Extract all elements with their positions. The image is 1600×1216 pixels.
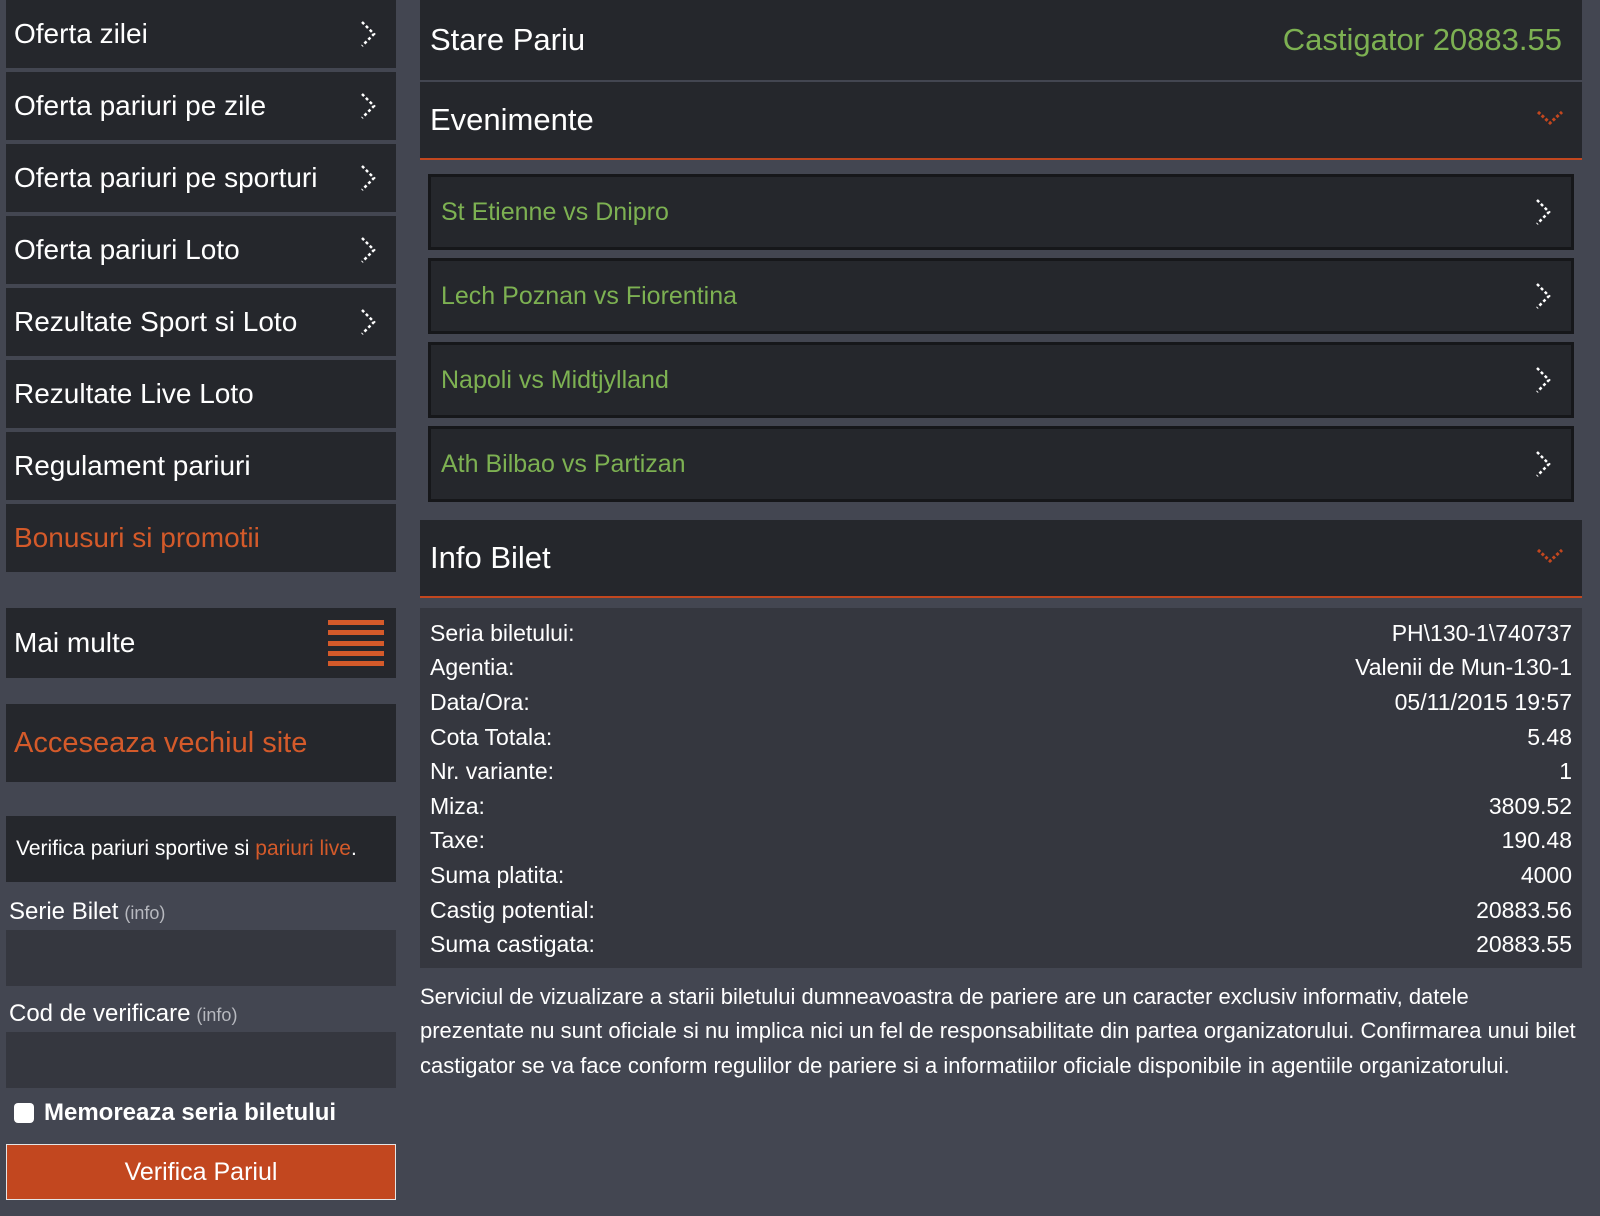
info-value: 05/11/2015 19:57 xyxy=(1394,688,1572,715)
verify-intro-end: . xyxy=(350,837,357,860)
chevron-right-icon xyxy=(358,19,378,49)
chevron-right-icon xyxy=(358,91,378,121)
info-value: 20883.55 xyxy=(1476,931,1572,958)
info-row: Cota Totala: 5.48 xyxy=(430,720,1572,755)
event-label: St Etienne vs Dnipro xyxy=(441,197,669,226)
info-row: Castig potential: 20883.56 xyxy=(430,893,1572,928)
verify-bet-button[interactable]: Verifica Pariul xyxy=(6,1144,396,1200)
sidebar-nav: Oferta zilei Oferta pariuri pe zile Oferta… xyxy=(6,0,396,574)
info-key: Agentia: xyxy=(430,654,515,681)
verification-code-info-link[interactable]: (info) xyxy=(196,1005,237,1026)
chevron-right-icon xyxy=(1533,449,1553,479)
verification-code-label: Cod de verificare (info) xyxy=(6,1000,396,1028)
info-row: Miza: 3809.52 xyxy=(430,789,1572,824)
sidebar-item-label: Rezultate Live Loto xyxy=(14,378,254,409)
remember-series-label: Memoreaza seria biletului xyxy=(44,1099,337,1126)
old-site-link[interactable]: Acceseaza vechiul site xyxy=(6,704,396,782)
serie-bilet-info-link[interactable]: (info) xyxy=(124,903,165,924)
info-value: 190.48 xyxy=(1501,827,1572,854)
main-panel: Stare Pariu Castigator 20883.55 Evenimen… xyxy=(420,0,1582,1083)
chevron-down-icon xyxy=(1536,109,1564,132)
sidebar-item-7[interactable]: Bonusuri si promotii xyxy=(6,504,396,574)
info-key: Cota Totala: xyxy=(430,723,553,750)
sidebar-item-label: Oferta pariuri pe sporturi xyxy=(14,162,318,193)
verify-intro: Verifica pariuri sportive si pariuri liv… xyxy=(6,816,396,882)
bet-status-title: Stare Pariu xyxy=(430,22,586,57)
event-label: Ath Bilbao vs Partizan xyxy=(441,449,686,478)
sidebar-item-3[interactable]: Oferta pariuri Loto xyxy=(6,216,396,286)
chevron-right-icon xyxy=(1533,365,1553,395)
events-list: St Etienne vs Dnipro Lech Poznan vs Fiore… xyxy=(420,160,1582,516)
info-row: Suma castigata: 20883.55 xyxy=(430,927,1572,962)
info-key: Suma platita: xyxy=(430,861,565,888)
events-section-title: Evenimente xyxy=(430,102,594,137)
info-key: Seria biletului: xyxy=(430,619,575,646)
info-key: Castig potential: xyxy=(430,896,595,923)
info-key: Nr. variante: xyxy=(430,758,554,785)
info-value: Valenii de Mun-130-1 xyxy=(1355,654,1572,681)
chevron-right-icon xyxy=(358,235,378,265)
chevron-right-icon xyxy=(358,163,378,193)
sidebar-item-5[interactable]: Rezultate Live Loto xyxy=(6,360,396,430)
remember-series-checkbox[interactable] xyxy=(14,1103,34,1123)
chevron-down-icon xyxy=(1536,547,1564,570)
ticket-info-header[interactable]: Info Bilet xyxy=(420,520,1582,598)
info-row: Taxe: 190.48 xyxy=(430,824,1572,859)
info-row: Nr. variante: 1 xyxy=(430,754,1572,789)
info-value: 5.48 xyxy=(1527,723,1572,750)
serie-bilet-input[interactable] xyxy=(6,930,396,986)
info-value: 20883.56 xyxy=(1476,896,1572,923)
event-item[interactable]: Napoli vs Midtjylland xyxy=(428,342,1574,418)
disclaimer-text: Serviciul de vizualizare a starii biletu… xyxy=(420,983,1576,1078)
info-value: 1 xyxy=(1559,758,1572,785)
info-value: 4000 xyxy=(1520,861,1572,888)
sidebar-item-label: Regulament pariuri xyxy=(14,450,251,481)
info-key: Taxe: xyxy=(430,827,485,854)
chevron-right-icon xyxy=(1533,197,1553,227)
sidebar: Oferta zilei Oferta pariuri pe zile Oferta… xyxy=(6,0,396,1200)
sidebar-item-0[interactable]: Oferta zilei xyxy=(6,0,396,70)
event-item[interactable]: Lech Poznan vs Fiorentina xyxy=(428,258,1574,334)
more-menu-button[interactable]: Mai multe xyxy=(6,608,396,678)
event-label: Napoli vs Midtjylland xyxy=(441,365,669,394)
verification-code-label-text: Cod de verificare xyxy=(9,1000,191,1027)
info-value: PH\130-1\740737 xyxy=(1391,619,1572,646)
sidebar-item-1[interactable]: Oferta pariuri pe zile xyxy=(6,72,396,142)
info-key: Miza: xyxy=(430,792,485,819)
event-item[interactable]: St Etienne vs Dnipro xyxy=(428,174,1574,250)
more-menu-label: Mai multe xyxy=(14,627,136,658)
remember-series-row[interactable]: Memoreaza seria biletului xyxy=(6,1098,396,1128)
sidebar-item-label: Oferta pariuri pe zile xyxy=(14,90,267,121)
verification-code-input[interactable] xyxy=(6,1032,396,1088)
sidebar-item-label: Oferta zilei xyxy=(14,18,148,49)
info-row: Data/Ora: 05/11/2015 19:57 xyxy=(430,685,1572,720)
serie-bilet-label: Serie Bilet (info) xyxy=(6,898,396,926)
sidebar-item-label: Bonusuri si promotii xyxy=(14,522,260,553)
chevron-right-icon xyxy=(358,307,378,337)
sidebar-item-label: Rezultate Sport si Loto xyxy=(14,306,298,337)
event-item[interactable]: Ath Bilbao vs Partizan xyxy=(428,426,1574,502)
sidebar-item-6[interactable]: Regulament pariuri xyxy=(6,432,396,502)
info-row: Agentia: Valenii de Mun-130-1 xyxy=(430,651,1572,686)
info-value: 3809.52 xyxy=(1488,792,1572,819)
event-label: Lech Poznan vs Fiorentina xyxy=(441,281,738,310)
info-key: Data/Ora: xyxy=(430,688,530,715)
info-key: Suma castigata: xyxy=(430,931,595,958)
bet-status-value: Castigator 20883.55 xyxy=(1282,22,1562,57)
sidebar-item-label: Oferta pariuri Loto xyxy=(14,234,240,265)
chevron-right-icon xyxy=(1533,281,1553,311)
events-section-header[interactable]: Evenimente xyxy=(420,82,1582,160)
live-bets-link[interactable]: pariuri live xyxy=(255,837,351,861)
bet-status-bar: Stare Pariu Castigator 20883.55 xyxy=(420,0,1582,80)
sidebar-item-4[interactable]: Rezultate Sport si Loto xyxy=(6,288,396,358)
sidebar-item-2[interactable]: Oferta pariuri pe sporturi xyxy=(6,144,396,214)
ticket-info-title: Info Bilet xyxy=(430,540,551,575)
serie-bilet-label-text: Serie Bilet xyxy=(9,898,119,925)
verify-intro-text: Verifica pariuri sportive si xyxy=(16,837,256,860)
hamburger-menu-icon xyxy=(328,620,384,666)
ticket-info-table: Seria biletului: PH\130-1\740737 Agentia: V… xyxy=(420,608,1582,968)
info-row: Suma platita: 4000 xyxy=(430,858,1572,893)
info-row: Seria biletului: PH\130-1\740737 xyxy=(430,616,1572,651)
